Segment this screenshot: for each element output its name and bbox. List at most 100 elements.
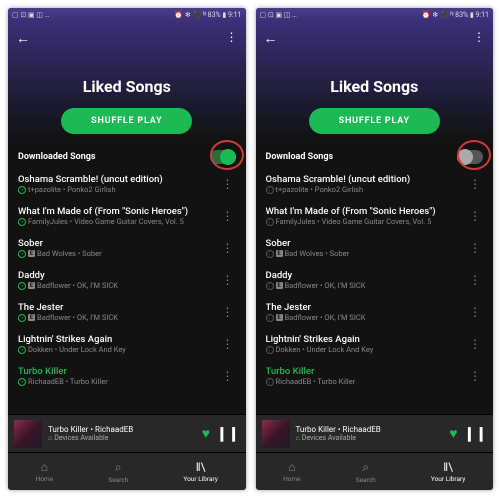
song-row[interactable]: What I'm Made of (From "Sonic Heroes")↓ … bbox=[18, 200, 236, 232]
downloaded-icon: ↓ bbox=[18, 282, 26, 290]
now-playing-bar[interactable]: Turbo Killer • RichaadEB ⌂ Devices Avail… bbox=[8, 414, 246, 452]
song-row[interactable]: Sober↓E Bad Wolves • Sober⋮ bbox=[266, 232, 484, 264]
song-info: The Jester↓E Badflower • OK, I'M SICK bbox=[18, 302, 220, 322]
song-row[interactable]: Lightnin' Strikes Again↓ Dokken • Under … bbox=[18, 328, 236, 360]
heart-icon[interactable]: ♥ bbox=[202, 425, 210, 442]
song-info: Turbo Killer↓ RichaadEB • Turbo Killer bbox=[18, 366, 220, 386]
bottom-nav: ⌂Home ⌕Search ‖\Your Library bbox=[8, 452, 246, 490]
song-row[interactable]: Oshama Scramble! (uncut edition)↓ t+pazo… bbox=[266, 168, 484, 200]
song-subtitle: ↓ FamilyJules • Video Game Guitar Covers… bbox=[266, 217, 468, 226]
explicit-badge: E bbox=[28, 314, 35, 321]
options-icon[interactable]: ⋮ bbox=[226, 30, 238, 44]
downloaded-icon: ↓ bbox=[18, 314, 26, 322]
song-options-icon[interactable]: ⋮ bbox=[467, 337, 483, 351]
status-right: ⏰ ✻ ⚫ ᴺ 83% ▮ 9:11 bbox=[422, 11, 489, 19]
song-options-icon[interactable]: ⋮ bbox=[220, 241, 236, 255]
song-info: Daddy↓E Badflower • OK, I'M SICK bbox=[266, 270, 468, 290]
song-options-icon[interactable]: ⋮ bbox=[220, 337, 236, 351]
song-options-icon[interactable]: ⋮ bbox=[220, 209, 236, 223]
now-playing-bar[interactable]: Turbo Killer • RichaadEB ⌂ Devices Avail… bbox=[256, 414, 494, 452]
nav-home[interactable]: ⌂Home bbox=[36, 460, 54, 483]
status-bar: ▢ ⊡ ▣ ◫ … ⏰ ✻ ⚫ ᴺ 83% ▮ 9:11 bbox=[8, 8, 246, 22]
download-row: Download Songs bbox=[256, 142, 494, 168]
song-row[interactable]: The Jester↓E Badflower • OK, I'M SICK⋮ bbox=[18, 296, 236, 328]
song-subtitle: ↓ t+pazolite • Ponko2 Girlish bbox=[18, 185, 220, 194]
downloaded-icon: ↓ bbox=[18, 378, 26, 386]
header: ← ⋮ Liked Songs SHUFFLE PLAY bbox=[256, 22, 494, 142]
song-options-icon[interactable]: ⋮ bbox=[220, 305, 236, 319]
search-icon: ⌕ bbox=[115, 460, 122, 475]
song-title: Lightnin' Strikes Again bbox=[18, 334, 220, 345]
song-row[interactable]: Sober↓E Bad Wolves • Sober⋮ bbox=[18, 232, 236, 264]
library-icon: ‖\ bbox=[196, 460, 206, 474]
song-options-icon[interactable]: ⋮ bbox=[220, 273, 236, 287]
nav-library[interactable]: ‖\Your Library bbox=[183, 460, 217, 483]
downloaded-icon: ↓ bbox=[18, 346, 26, 354]
status-left: ▢ ⊡ ▣ ◫ … bbox=[260, 11, 297, 19]
song-row[interactable]: Daddy↓E Badflower • OK, I'M SICK⋮ bbox=[18, 264, 236, 296]
song-options-icon[interactable]: ⋮ bbox=[467, 369, 483, 383]
explicit-badge: E bbox=[276, 314, 283, 321]
song-subtitle: ↓ RichaadEB • Turbo Killer bbox=[18, 377, 220, 386]
song-subtitle: ↓E Badflower • OK, I'M SICK bbox=[266, 281, 468, 290]
song-list: Oshama Scramble! (uncut edition)↓ t+pazo… bbox=[256, 168, 494, 414]
download-label: Download Songs bbox=[266, 152, 334, 162]
nav-library[interactable]: ‖\Your Library bbox=[431, 460, 465, 483]
library-icon: ‖\ bbox=[443, 460, 453, 474]
shuffle-play-button[interactable]: SHUFFLE PLAY bbox=[309, 108, 440, 134]
pause-icon[interactable]: ❙❙ bbox=[216, 426, 239, 442]
downloaded-icon: ↓ bbox=[266, 282, 274, 290]
song-subtitle: ↓E Badflower • OK, I'M SICK bbox=[266, 313, 468, 322]
song-row[interactable]: Lightnin' Strikes Again↓ Dokken • Under … bbox=[266, 328, 484, 360]
song-options-icon[interactable]: ⋮ bbox=[467, 305, 483, 319]
song-subtitle: ↓E Badflower • OK, I'M SICK bbox=[18, 281, 220, 290]
heart-icon[interactable]: ♥ bbox=[449, 425, 457, 442]
song-row[interactable]: Oshama Scramble! (uncut edition)↓ t+pazo… bbox=[18, 168, 236, 200]
song-options-icon[interactable]: ⋮ bbox=[467, 209, 483, 223]
song-options-icon[interactable]: ⋮ bbox=[467, 273, 483, 287]
now-playing-title: Turbo Killer • RichaadEB bbox=[296, 425, 444, 434]
shuffle-play-button[interactable]: SHUFFLE PLAY bbox=[61, 108, 192, 134]
song-info: Lightnin' Strikes Again↓ Dokken • Under … bbox=[266, 334, 468, 354]
devices-available[interactable]: ⌂ Devices Available bbox=[48, 434, 196, 442]
phone-right: ▢ ⊡ ▣ ◫ … ⏰ ✻ ⚫ ᴺ 83% ▮ 9:11 ← ⋮ Liked S… bbox=[256, 8, 494, 490]
options-icon[interactable]: ⋮ bbox=[473, 30, 485, 44]
song-info: What I'm Made of (From "Sonic Heroes")↓ … bbox=[266, 206, 468, 226]
song-row[interactable]: The Jester↓E Badflower • OK, I'M SICK⋮ bbox=[266, 296, 484, 328]
song-options-icon[interactable]: ⋮ bbox=[220, 177, 236, 191]
song-options-icon[interactable]: ⋮ bbox=[220, 369, 236, 383]
song-title: Daddy bbox=[266, 270, 468, 281]
song-options-icon[interactable]: ⋮ bbox=[467, 241, 483, 255]
nav-search[interactable]: ⌕Search bbox=[108, 460, 128, 484]
download-label: Downloaded Songs bbox=[18, 152, 96, 162]
download-toggle[interactable] bbox=[210, 150, 236, 164]
downloaded-icon: ↓ bbox=[266, 378, 274, 386]
back-arrow-icon[interactable]: ← bbox=[16, 30, 30, 47]
home-icon: ⌂ bbox=[41, 460, 48, 474]
page-title: Liked Songs bbox=[330, 77, 418, 96]
explicit-badge: E bbox=[28, 250, 35, 257]
song-row[interactable]: Turbo Killer↓ RichaadEB • Turbo Killer⋮ bbox=[18, 360, 236, 392]
pause-icon[interactable]: ❙❙ bbox=[464, 426, 487, 442]
song-subtitle: ↓ Dokken • Under Lock And Key bbox=[266, 345, 468, 354]
song-title: Oshama Scramble! (uncut edition) bbox=[18, 174, 220, 185]
now-playing-info: Turbo Killer • RichaadEB ⌂ Devices Avail… bbox=[296, 425, 444, 442]
nav-home[interactable]: ⌂Home bbox=[283, 460, 301, 483]
song-row[interactable]: Daddy↓E Badflower • OK, I'M SICK⋮ bbox=[266, 264, 484, 296]
song-title: The Jester bbox=[266, 302, 468, 313]
search-icon: ⌕ bbox=[362, 460, 369, 475]
song-row[interactable]: Turbo Killer↓ RichaadEB • Turbo Killer⋮ bbox=[266, 360, 484, 392]
song-info: Turbo Killer↓ RichaadEB • Turbo Killer bbox=[266, 366, 468, 386]
downloaded-icon: ↓ bbox=[266, 314, 274, 322]
devices-available[interactable]: ⌂ Devices Available bbox=[296, 434, 444, 442]
song-title: What I'm Made of (From "Sonic Heroes") bbox=[18, 206, 220, 217]
page-title: Liked Songs bbox=[83, 77, 171, 96]
downloaded-icon: ↓ bbox=[266, 346, 274, 354]
song-subtitle: ↓ Dokken • Under Lock And Key bbox=[18, 345, 220, 354]
song-subtitle: ↓ FamilyJules • Video Game Guitar Covers… bbox=[18, 217, 220, 226]
song-options-icon[interactable]: ⋮ bbox=[467, 177, 483, 191]
download-toggle[interactable] bbox=[457, 150, 483, 164]
song-row[interactable]: What I'm Made of (From "Sonic Heroes")↓ … bbox=[266, 200, 484, 232]
nav-search[interactable]: ⌕Search bbox=[356, 460, 376, 484]
back-arrow-icon[interactable]: ← bbox=[264, 30, 278, 47]
